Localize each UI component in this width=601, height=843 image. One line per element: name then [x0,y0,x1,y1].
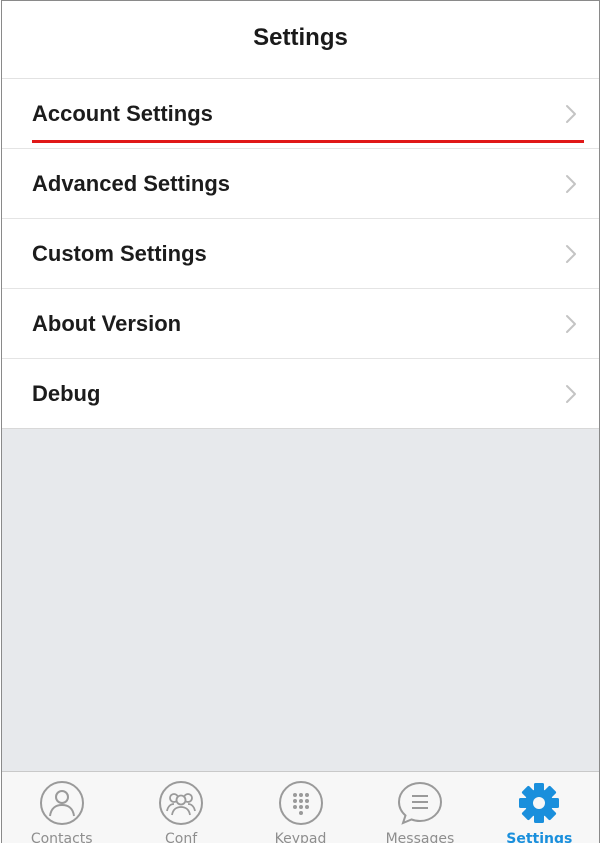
tab-settings[interactable]: Settings [480,772,599,843]
keypad-icon [278,781,323,825]
settings-item-label: Custom Settings [32,240,207,266]
tab-label: Conf [165,831,198,843]
chevron-right-icon [566,314,576,333]
contacts-icon [39,781,84,825]
page-title: Settings [253,23,348,51]
tab-messages[interactable]: Messages [360,772,479,843]
settings-item-label: Debug [32,380,101,406]
settings-item-about-version[interactable]: About Version [2,289,599,359]
tab-keypad[interactable]: Keypad [241,772,360,843]
settings-item-debug[interactable]: Debug [2,359,599,429]
chevron-right-icon [566,104,576,123]
settings-list: Account Settings Advanced Settings Custo… [2,79,599,429]
settings-screen: Settings Account Settings Advanced Setti… [1,0,600,843]
chevron-right-icon [566,244,576,263]
highlight-underline [32,140,584,143]
chevron-right-icon [566,174,576,193]
tab-contacts[interactable]: Contacts [2,772,121,843]
tab-bar: Contacts Conf Keypad Messages Settings [2,771,599,843]
settings-item-advanced[interactable]: Advanced Settings [2,149,599,219]
chevron-right-icon [566,384,576,403]
gear-icon [519,783,560,823]
tab-label: Messages [385,831,455,843]
settings-item-account[interactable]: Account Settings [2,79,599,149]
tab-label: Contacts [30,831,93,843]
conference-icon [159,781,204,825]
settings-item-label: About Version [32,310,182,336]
tab-label: Keypad [274,831,327,843]
tab-conf[interactable]: Conf [121,772,240,843]
navigation-bar: Settings [2,1,599,79]
messages-icon [397,781,442,825]
settings-item-label: Account Settings [32,100,213,126]
settings-item-label: Advanced Settings [32,170,231,196]
settings-item-custom[interactable]: Custom Settings [2,219,599,289]
tab-label: Settings [506,831,573,843]
